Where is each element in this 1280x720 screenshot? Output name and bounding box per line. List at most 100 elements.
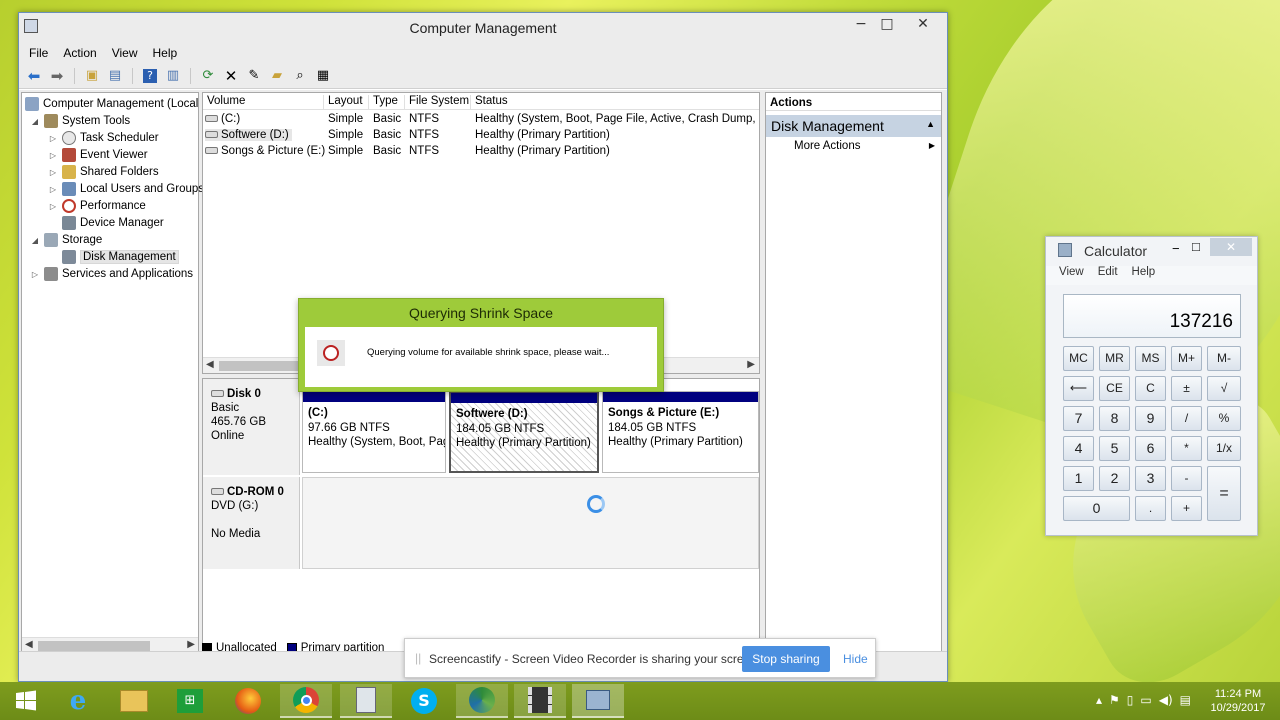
key-ms[interactable]: MS [1135,346,1166,371]
tree-local-users[interactable]: ▷ Local Users and Groups [48,181,204,197]
stop-sharing-button[interactable]: Stop sharing [742,646,830,672]
key-9[interactable]: 9 [1135,406,1166,431]
check-icon[interactable]: ✎ [245,67,263,85]
tree-root[interactable]: Computer Management (Local [25,96,198,112]
tree-event-viewer[interactable]: ▷ Event Viewer [48,147,148,163]
key-6[interactable]: 6 [1135,436,1166,461]
menu-help[interactable]: Help [153,46,178,60]
refresh-icon[interactable]: ⟳ [199,67,217,85]
file-explorer-icon[interactable] [108,684,160,718]
forward-arrow-icon[interactable]: ➡ [48,67,66,85]
key-7[interactable]: 7 [1063,406,1094,431]
show-hide-tree-icon[interactable]: ▤ [106,67,124,85]
search-icon[interactable]: ⌕ [291,67,309,85]
key-subtract[interactable]: - [1171,466,1202,491]
key-equals[interactable]: = [1207,466,1241,521]
scroll-right-icon[interactable]: ▶ [187,639,195,650]
tree-device-manager[interactable]: Device Manager [48,215,164,231]
key-reciprocal[interactable]: 1/x [1207,436,1241,461]
calculator-maximize-button[interactable]: □ [1192,239,1200,254]
key-c[interactable]: C [1135,376,1166,401]
key-ce[interactable]: CE [1099,376,1130,401]
tree-services-applications[interactable]: ▷ Services and Applications [30,266,193,282]
power-icon[interactable]: ▯ [1127,693,1134,707]
key-plus-minus[interactable]: ± [1171,376,1202,401]
key-add[interactable]: + [1171,496,1202,521]
disk-0-label[interactable]: Disk 0 Basic 465.76 GB Online [203,379,300,475]
column-file-system[interactable]: File System [405,95,471,110]
key-sqrt[interactable]: √ [1207,376,1241,401]
menu-action[interactable]: Action [63,46,96,60]
expand-icon[interactable]: ▷ [48,134,58,143]
computer-management-taskbar-icon[interactable] [572,684,624,718]
actions-section-disk-management[interactable]: Disk Management ▲ [766,115,941,137]
partition-d-selected[interactable]: Softwere (D:) 184.05 GB NTFS Healthy (Prim… [449,391,599,473]
column-type[interactable]: Type [369,95,405,110]
help-icon[interactable]: ? [141,67,159,85]
title-bar[interactable]: Computer Management − □ ✕ [19,13,947,43]
scroll-left-icon[interactable]: ◀ [25,639,33,650]
key-0[interactable]: 0 [1063,496,1130,521]
key-backspace[interactable]: ⟵ [1063,376,1094,401]
maximize-button[interactable]: □ [875,15,899,35]
table-row[interactable]: (C:) Simple Basic NTFS Healthy (System, … [203,112,759,128]
properties-icon[interactable]: ▥ [164,67,182,85]
column-volume[interactable]: Volume [203,95,324,110]
scroll-right-icon[interactable]: ▶ [747,359,755,370]
export-icon[interactable]: ▦ [314,67,332,85]
menu-view[interactable]: View [112,46,138,60]
skype-icon[interactable]: S [398,684,450,718]
hide-button[interactable]: Hide [843,652,868,666]
scroll-left-icon[interactable]: ◀ [206,359,214,370]
key-2[interactable]: 2 [1099,466,1130,491]
delete-icon[interactable]: ✕ [222,67,240,85]
collapse-icon[interactable]: ◢ [30,236,40,245]
expand-icon[interactable]: ▷ [48,168,58,177]
collapse-up-icon[interactable]: ▲ [926,119,935,129]
calculator-close-button[interactable]: ✕ [1210,238,1252,256]
calc-menu-view[interactable]: View [1059,266,1084,285]
show-hidden-icons-icon[interactable]: ▴ [1096,693,1102,707]
key-decimal[interactable]: . [1135,496,1166,521]
column-layout[interactable]: Layout [324,95,369,110]
calculator-taskbar-icon[interactable] [340,684,392,718]
partition-c[interactable]: (C:) 97.66 GB NTFS Healthy (System, Boot, … [302,391,446,473]
key-5[interactable]: 5 [1099,436,1130,461]
flag-icon[interactable]: ⚑ [1109,693,1120,707]
tree-task-scheduler[interactable]: ▷ Task Scheduler [48,130,159,146]
key-percent[interactable]: % [1207,406,1241,431]
open-icon[interactable]: ▰ [268,67,286,85]
expand-icon[interactable]: ▷ [48,202,58,211]
back-arrow-icon[interactable]: ⬅ [25,67,43,85]
expand-icon[interactable]: ▷ [48,151,58,160]
key-mr[interactable]: MR [1099,346,1130,371]
key-mc[interactable]: MC [1063,346,1094,371]
chrome-icon[interactable] [280,684,332,718]
tree-system-tools[interactable]: ◢ System Tools [30,113,130,129]
key-m-minus[interactable]: M- [1207,346,1241,371]
key-divide[interactable]: / [1171,406,1202,431]
minimize-button[interactable]: − [849,15,873,35]
keyboard-icon[interactable]: ▤ [1180,693,1191,707]
drag-handle-icon[interactable]: || [415,651,421,665]
tree-disk-management[interactable]: Disk Management [48,249,179,265]
calc-menu-edit[interactable]: Edit [1098,266,1118,285]
volume-icon[interactable]: ◀) [1159,693,1173,707]
cdrom-0-label[interactable]: CD-ROM 0 DVD (G:) No Media [203,477,300,569]
up-folder-icon[interactable]: ▣ [83,67,101,85]
more-actions-item[interactable]: More Actions ▶ [766,137,941,157]
network-tray-icon[interactable]: ▭ [1140,693,1151,707]
network-icon[interactable] [456,684,508,718]
key-1[interactable]: 1 [1063,466,1094,491]
tree-performance[interactable]: ▷ Performance [48,198,146,214]
tree-shared-folders[interactable]: ▷ Shared Folders [48,164,159,180]
close-button[interactable]: ✕ [901,15,945,35]
table-row[interactable]: Songs & Picture (E:) Simple Basic NTFS H… [203,144,759,160]
partition-e[interactable]: Songs & Picture (E:) 184.05 GB NTFS Health… [602,391,759,473]
firefox-icon[interactable] [222,684,274,718]
calc-menu-help[interactable]: Help [1132,266,1156,285]
scroll-thumb[interactable] [38,641,150,651]
calculator-minimize-button[interactable]: − [1172,241,1180,256]
start-button[interactable] [0,684,52,718]
column-status[interactable]: Status [471,95,759,110]
